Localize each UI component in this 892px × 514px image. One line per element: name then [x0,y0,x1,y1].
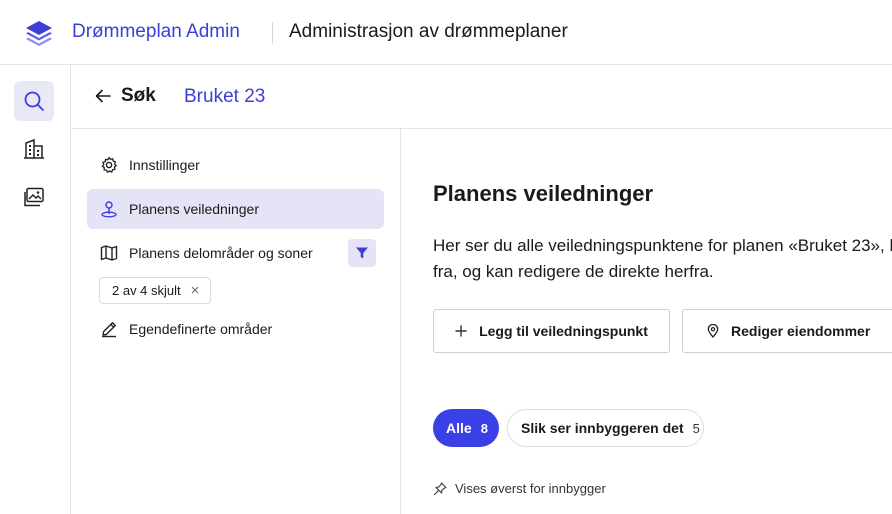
nav-item-innstillinger[interactable]: Innstillinger [87,145,384,185]
nav-label: Innstillinger [129,157,200,173]
buildings-icon [24,138,44,159]
arrow-left-icon [95,89,111,103]
hidden-filter-chip[interactable]: 2 av 4 skjult × [99,277,212,304]
pinned-label: Vises øverst for innbygger [455,481,606,496]
nav-item-veiledninger[interactable]: Planens veiledninger [87,189,384,229]
pinned-section-header: Vises øverst for innbygger [433,481,606,496]
tab-label: Alle [446,420,472,436]
plus-icon [455,325,467,337]
filter-button[interactable] [348,239,376,267]
gear-icon [101,156,117,173]
header-divider [272,22,273,44]
breadcrumb-current[interactable]: Bruket 23 [184,86,265,108]
back-label: Søk [121,85,156,106]
nav-label: Egendefinerte områder [129,321,273,337]
icon-rail [0,65,71,514]
page-title: Planens veiledninger [433,181,654,206]
back-button[interactable]: Søk [95,85,156,107]
tab-alle[interactable]: Alle 8 [433,409,499,447]
chip-label: 2 av 4 skjult [112,283,181,298]
rail-buildings-button[interactable] [14,129,54,169]
rail-images-button[interactable] [14,177,54,217]
location-pin-icon [707,324,719,338]
sub-header: Søk Bruket 23 [71,65,892,129]
images-icon [24,187,44,207]
main-content: Planens veiledninger Her ser du alle vei… [401,129,892,514]
tab-citizen-view[interactable]: Slik ser innbyggeren det 5 [507,409,704,447]
page-description: Her ser du alle veiledningspunktene for … [433,236,892,281]
pin-icon [433,481,447,495]
pencil-icon [102,322,116,338]
button-label: Legg til veiledningspunkt [479,323,648,339]
nav-label: Planens veiledninger [129,201,259,217]
search-icon [24,91,44,111]
edit-properties-button[interactable]: Rediger eiendommer [682,309,892,353]
layers-logo-icon[interactable] [24,19,54,47]
map-icon [100,245,118,261]
nav-label: Planens delområder og soner [129,245,313,261]
filter-icon [356,247,368,259]
rail-search-button[interactable] [14,81,54,121]
app-title: Administrasjon av drømmeplaner [289,21,568,42]
tab-count: 5 [692,420,700,436]
close-icon[interactable]: × [191,282,200,299]
nav-item-delomrader[interactable]: Planens delområder og soner [87,233,384,273]
brand-name[interactable]: Drømmeplan Admin [72,21,240,43]
add-guide-point-button[interactable]: Legg til veiledningspunkt [433,309,670,353]
button-label: Rediger eiendommer [731,323,871,339]
map-pin-icon [101,201,117,218]
top-bar: Drømmeplan Admin Administrasjon av drømm… [0,0,892,65]
plan-nav: Innstillinger Planens veiledninger Plane… [71,129,401,514]
tab-label: Slik ser innbyggeren det [521,420,684,436]
nav-item-egendefinerte[interactable]: Egendefinerte områder [87,309,384,349]
tab-count: 8 [480,420,488,436]
